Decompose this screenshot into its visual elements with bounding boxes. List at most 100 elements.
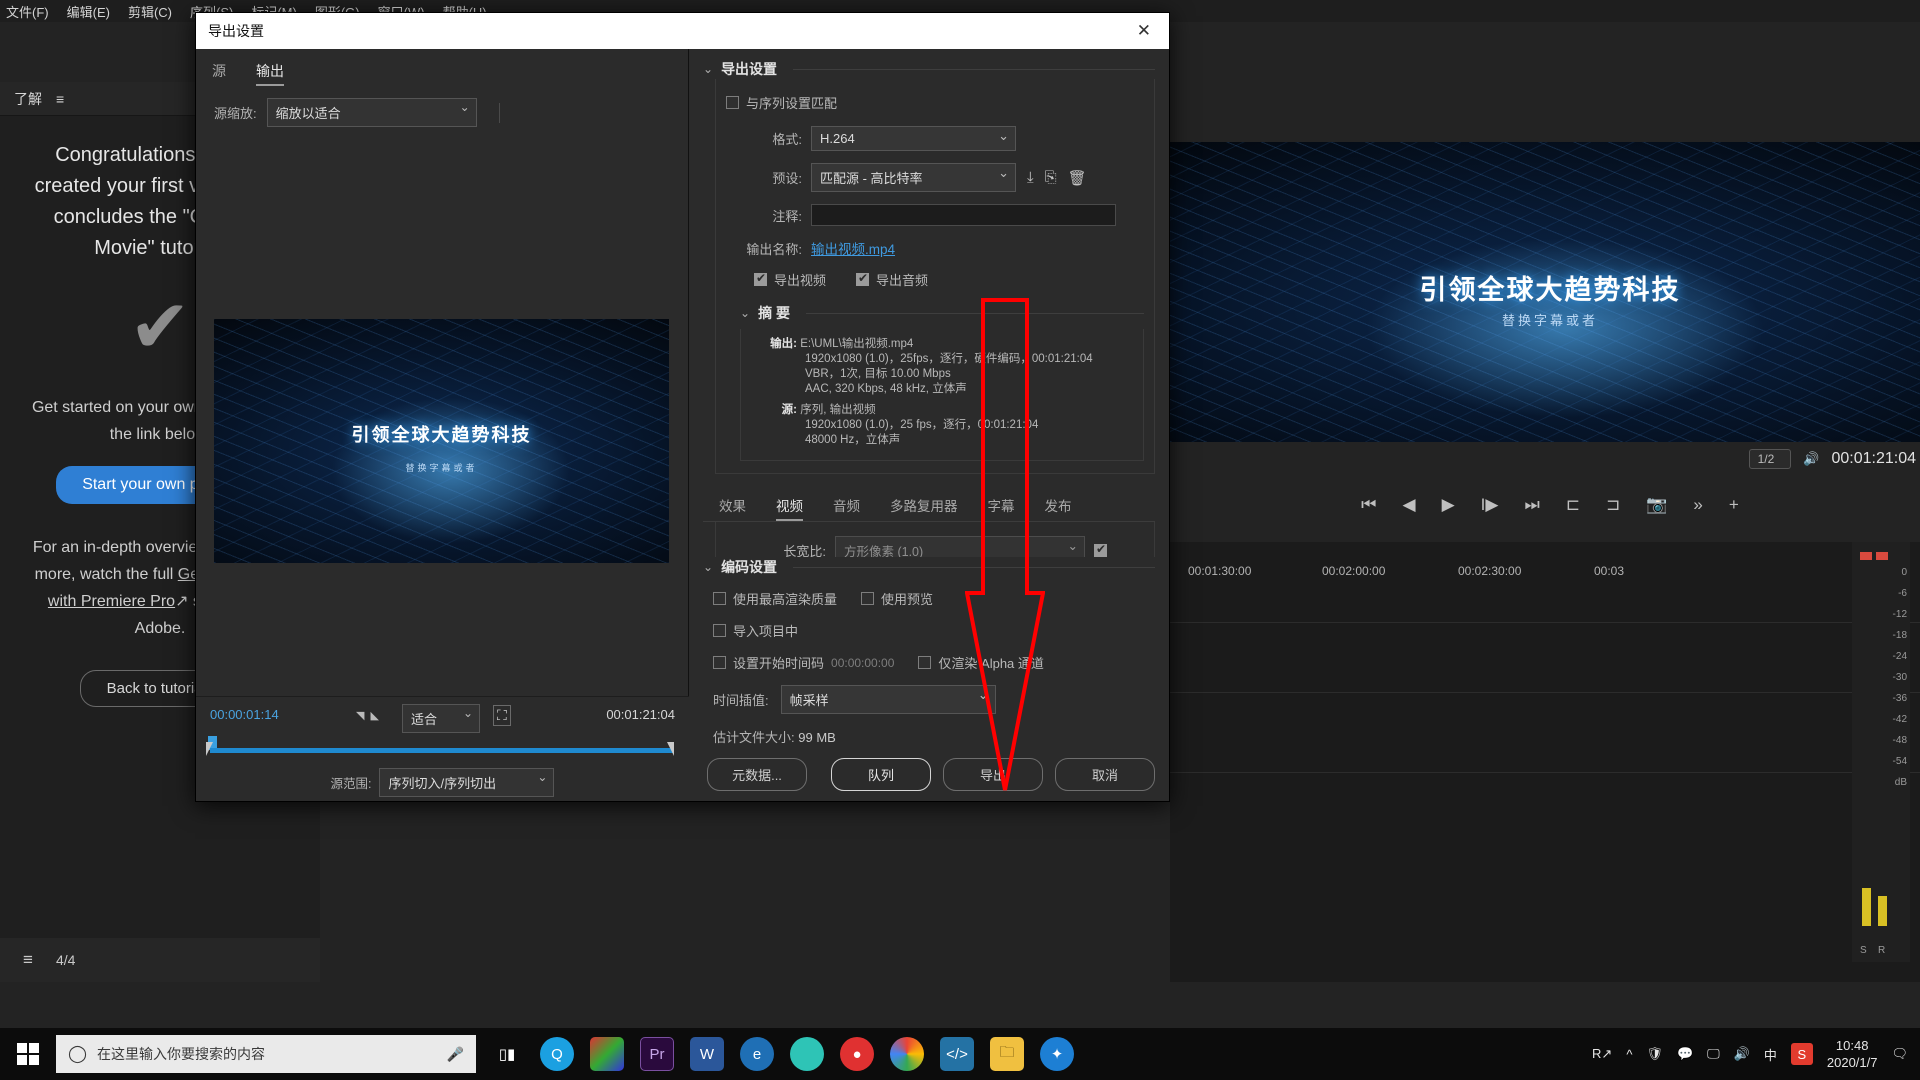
task-view-icon[interactable]: ▯▮ (490, 1037, 524, 1071)
parameter-tabs[interactable]: 效果 视频 音频 多路复用器 字幕 发布 (703, 486, 1155, 522)
chevron-down-icon[interactable]: ⌄ (703, 560, 713, 574)
tab-captions[interactable]: 字幕 (988, 495, 1015, 521)
in-out-point-icons[interactable]: ◥◣ (356, 709, 385, 722)
format-select[interactable]: H.264 (811, 126, 1016, 151)
checkbox-icon[interactable] (861, 592, 874, 605)
save-preset-icon[interactable]: ⤓ (1027, 169, 1034, 186)
tab-source[interactable]: 源 (212, 61, 226, 86)
use-previews-checkbox[interactable]: 使用预览 (861, 589, 933, 608)
button-editor-icon[interactable]: + (1729, 495, 1739, 515)
encoding-section-header[interactable]: ⌄ 编码设置 (703, 557, 1155, 577)
app-icon-vscode[interactable]: </> (940, 1037, 974, 1071)
mark-in-icon[interactable]: ⊏ (1566, 495, 1580, 515)
taskbar-clock[interactable]: 10:48 2020/1/7 (1827, 1037, 1878, 1071)
import-into-project-checkbox[interactable]: 导入项目中 (713, 621, 798, 640)
preview-current-timecode[interactable]: 00:00:01:14 (210, 707, 279, 722)
app-icon-recorder[interactable]: ● (840, 1037, 874, 1071)
monitor-zoom-select[interactable]: 1/2 (1749, 449, 1792, 469)
export-frame-icon[interactable]: 📷 (1646, 495, 1667, 515)
tab-audio[interactable]: 音频 (833, 495, 860, 521)
checkbox-icon[interactable] (726, 96, 739, 109)
program-monitor-transport[interactable]: ⏮ ◀ ▶ I▶ ⏭ ⊏ ⊐ 📷 » + (1170, 482, 1920, 528)
mark-out-icon[interactable]: ⊐ (1606, 495, 1620, 515)
work-area-bar[interactable] (210, 748, 673, 753)
timeline-ruler[interactable]: 00:01:30:00 00:02:00:00 00:02:30:00 00:0… (1170, 542, 1920, 582)
step-back-icon[interactable]: ◀ (1402, 495, 1415, 515)
app-icon-qq[interactable]: Q (540, 1037, 574, 1071)
tab-effects[interactable]: 效果 (719, 495, 746, 521)
import-preset-icon[interactable]: ⎘ (1045, 169, 1057, 186)
tab-video[interactable]: 视频 (776, 495, 803, 521)
play-icon[interactable]: ▶ (1442, 495, 1455, 515)
go-to-out-icon[interactable]: ⏭ (1524, 495, 1539, 515)
queue-button[interactable]: 队列 (831, 758, 931, 791)
checkbox-icon[interactable] (918, 656, 931, 669)
app-icon-explorer[interactable]: 🗀 (990, 1037, 1024, 1071)
ime-mode-icon[interactable]: 中 (1764, 1045, 1777, 1064)
mic-icon[interactable]: 🎤 (447, 1046, 464, 1063)
record-button[interactable]: R (1878, 945, 1885, 956)
speaker-icon[interactable]: 🔊 (1803, 451, 1819, 467)
app-icon-word[interactable]: W (690, 1037, 724, 1071)
sogou-ime-icon[interactable]: S (1791, 1043, 1813, 1065)
tab-output[interactable]: 输出 (256, 61, 284, 86)
export-button[interactable]: 导出 (943, 758, 1043, 791)
program-monitor-statusbar[interactable]: 1/2 🔊 00:01:21:04 (1170, 442, 1920, 476)
more-tools-icon[interactable]: » (1693, 495, 1702, 515)
comment-input[interactable] (811, 204, 1116, 226)
menu-edit[interactable]: 编辑(E) (67, 2, 110, 21)
start-timecode-value[interactable]: 00:00:00:00 (831, 656, 894, 670)
security-shield-icon[interactable]: 🛡 (1646, 1046, 1663, 1062)
display-icon[interactable]: 🖵 (1707, 1046, 1720, 1062)
crop-icon[interactable]: ⛶ (493, 705, 511, 726)
app-icon-chrome[interactable] (890, 1037, 924, 1071)
source-scale-select[interactable]: 缩放以适合 (267, 98, 477, 127)
summary-section-header[interactable]: ⌄ 摘 要 (740, 303, 1144, 323)
scrub-bar-zone[interactable] (196, 736, 689, 762)
metadata-button[interactable]: 元数据... (707, 758, 807, 791)
checkbox-icon[interactable] (713, 624, 726, 637)
show-hidden-icons-icon[interactable]: ^ (1626, 1047, 1632, 1062)
delete-preset-icon[interactable]: 🗑 (1068, 169, 1087, 187)
source-range-select[interactable]: 序列切入/序列切出 (379, 768, 554, 797)
max-render-quality-checkbox[interactable]: 使用最高渲染质量 (713, 589, 837, 608)
step-forward-icon[interactable]: I▶ (1481, 495, 1499, 515)
checkbox-icon[interactable] (856, 273, 869, 286)
checkbox-icon[interactable] (754, 273, 767, 286)
chevron-down-icon[interactable]: ⌄ (740, 306, 750, 320)
timeline-panel[interactable]: 00:01:30:00 00:02:00:00 00:02:30:00 00:0… (1170, 542, 1920, 982)
time-interpolation-select[interactable]: 帧采样 (781, 685, 996, 714)
menu-file[interactable]: 文件(F) (6, 2, 49, 21)
set-start-timecode-checkbox[interactable]: 设置开始时间码 00:00:00:00 (713, 653, 894, 672)
remote-icon[interactable]: R↗ (1592, 1046, 1612, 1062)
menu-clip[interactable]: 剪辑(C) (128, 2, 172, 21)
match-sequence-settings-checkbox[interactable]: 与序列设置匹配 (726, 93, 837, 112)
volume-icon[interactable]: 🔊 (1734, 1046, 1750, 1062)
checkbox-icon[interactable] (713, 656, 726, 669)
source-output-tabs[interactable]: 源 输出 (196, 49, 688, 86)
chat-icon[interactable]: 💬 (1677, 1046, 1693, 1062)
footer-menu-icon[interactable]: ≡ (0, 950, 56, 970)
tab-multiplexer[interactable]: 多路复用器 (890, 495, 958, 521)
export-settings-section-header[interactable]: ⌄ 导出设置 (703, 59, 1155, 79)
app-icon-premiere[interactable]: Pr (640, 1037, 674, 1071)
preview-fit-select[interactable]: 适合 (402, 704, 480, 733)
tab-publish[interactable]: 发布 (1045, 495, 1072, 521)
panel-menu-icon[interactable]: ≡ (56, 91, 64, 107)
preset-select[interactable]: 匹配源 - 高比特率 (811, 163, 1016, 192)
taskbar-search-box[interactable]: ◯ 在这里输入你要搜索的内容 🎤 (56, 1035, 476, 1073)
render-alpha-only-checkbox[interactable]: 仅渲染 Alpha 通道 (918, 653, 1043, 672)
aspect-ratio-checkbox[interactable] (1094, 544, 1107, 557)
cancel-button[interactable]: 取消 (1055, 758, 1155, 791)
output-name-link[interactable]: 输出视频.mp4 (811, 238, 895, 258)
notification-center-icon[interactable]: 🗨 (1891, 1046, 1908, 1062)
app-icon-winrar[interactable] (590, 1037, 624, 1071)
app-icon-store[interactable] (790, 1037, 824, 1071)
chevron-down-icon[interactable]: ⌄ (703, 62, 713, 76)
start-button[interactable] (0, 1028, 56, 1080)
app-icon-browser[interactable]: e (740, 1037, 774, 1071)
app-icon-compass[interactable]: ✦ (1040, 1037, 1074, 1071)
tab-learn[interactable]: 了解 (14, 89, 42, 109)
close-icon[interactable]: ✕ (1131, 21, 1157, 41)
checkbox-icon[interactable] (713, 592, 726, 605)
